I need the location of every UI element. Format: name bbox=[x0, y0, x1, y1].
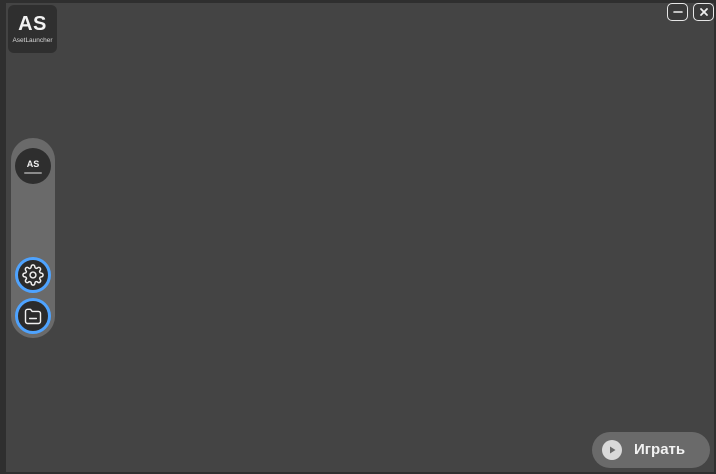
launcher-window: AS AsetLauncher AS Играть bbox=[0, 0, 716, 474]
profile-abbr: AS bbox=[26, 158, 40, 169]
minimize-icon bbox=[672, 11, 683, 13]
play-icon bbox=[602, 440, 622, 460]
close-icon bbox=[699, 8, 708, 16]
app-logo: AS AsetLauncher bbox=[8, 5, 57, 53]
app-logo-name: AsetLauncher bbox=[12, 37, 53, 44]
play-button[interactable]: Играть bbox=[592, 432, 710, 468]
app-logo-abbr: AS bbox=[18, 13, 47, 35]
folder-icon bbox=[24, 308, 42, 325]
gear-icon bbox=[22, 264, 44, 286]
profile-avatar[interactable]: AS bbox=[15, 148, 51, 184]
settings-button[interactable] bbox=[15, 257, 51, 293]
profile-underline bbox=[24, 171, 42, 174]
close-button[interactable] bbox=[693, 3, 714, 21]
folder-button[interactable] bbox=[15, 298, 51, 334]
minimize-button[interactable] bbox=[667, 3, 688, 21]
play-button-label: Играть bbox=[634, 441, 686, 458]
